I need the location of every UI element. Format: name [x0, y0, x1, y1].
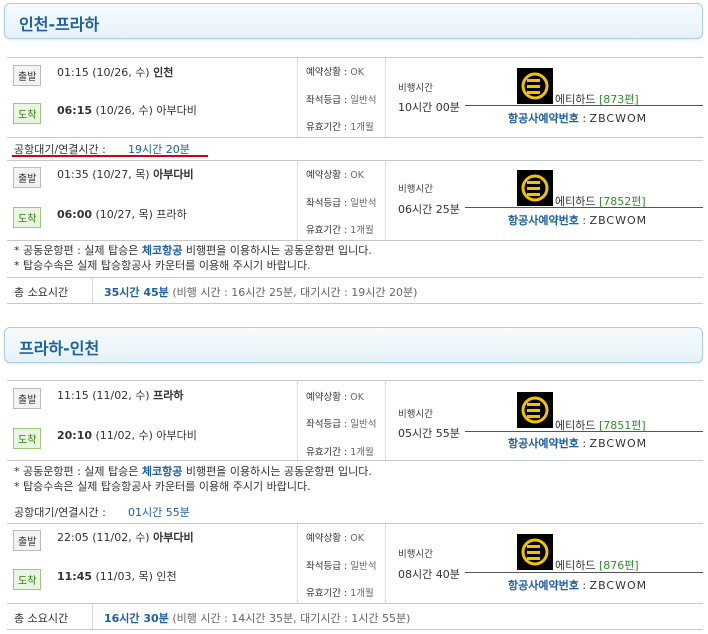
arrival-badge: 도착 [13, 103, 42, 124]
total-divider [92, 604, 93, 629]
departure-info: 01:35 (10/27, 목) 아부다비 [57, 168, 194, 181]
leg-airline: 에티하드 [873편] 항공사예약번호 : ZBCWOM [465, 58, 703, 137]
seat-class: 좌석등급 : 일반석 [306, 198, 377, 209]
departure-info: 11:15 (11/02, 수) 프라하 [57, 389, 184, 402]
arrival-info: 06:15 (10/26, 수) 아부다비 [57, 104, 197, 117]
booking-status: 예약상황 : OK [306, 392, 364, 403]
leg-duration: 비행시간 10시간 00분 [386, 58, 465, 137]
duration-value: 10시간 00분 [398, 101, 460, 114]
booking-status: 예약상황 : OK [306, 170, 364, 181]
section-title-prague-incheon: 프라하-인천 [4, 327, 703, 363]
airline-divider [465, 105, 703, 106]
etihad-logo-icon [517, 170, 553, 206]
departure-info: 22:05 (11/02, 수) 아부다비 [57, 531, 194, 544]
leg-airline: 에티하드 [876편] 항공사예약번호 : ZBCWOM [465, 524, 703, 604]
leg-duration: 비행시간 08시간 40분 [386, 524, 465, 604]
arrival-info: 06:00 (10/27, 목) 프라하 [57, 208, 187, 221]
etihad-logo-icon [517, 534, 553, 570]
leg-booking-info: 예약상황 : OK 좌석등급 : 일반석 유효기간 : 1개월 [298, 161, 386, 240]
section-title-incheon-prague: 인천-프라하 [4, 3, 703, 39]
arrival-badge: 도착 [13, 569, 42, 590]
etihad-logo-icon [517, 392, 553, 428]
leg-schedule: 출발 01:35 (10/27, 목) 아부다비 도착 06:00 (10/27… [7, 161, 298, 240]
duration-label: 비행시간 [398, 409, 433, 420]
validity-period: 유효기간 : 1개월 [306, 225, 374, 236]
airline-reservation-number: 항공사예약번호 : ZBCWOM [508, 214, 648, 227]
codeshare-note: * 공동운항편 : 실제 탑승은 체코항공 비행편을 이용하시는 공동운항편 입… [14, 465, 372, 478]
codeshare-note: * 공동운항편 : 실제 탑승은 체코항공 비행편을 이용하시는 공동운항편 입… [14, 244, 372, 257]
total-duration-row: 총 소요시간 35시간 45분 (비행 시간 : 16시간 25분, 대기시간 … [7, 277, 703, 304]
leg-airline: 에티하드 [7852편] 항공사예약번호 : ZBCWOM [465, 161, 703, 240]
leg-booking-info: 예약상황 : OK 좌석등급 : 일반석 유효기간 : 1개월 [298, 524, 386, 604]
connection-time-underline [12, 155, 208, 157]
airline-divider [465, 431, 703, 432]
validity-period: 유효기간 : 1개월 [306, 122, 374, 133]
leg-duration: 비행시간 06시간 25분 [386, 161, 465, 240]
checkin-note: * 탑승수속은 실제 탑승항공사 카운터를 이용해 주시기 바랍니다. [14, 480, 311, 493]
airline-name: 에티하드 [876편] [555, 559, 639, 572]
validity-period: 유효기간 : 1개월 [306, 588, 374, 599]
seat-class: 좌석등급 : 일반석 [306, 419, 377, 430]
departure-badge: 출발 [13, 388, 42, 409]
airline-reservation-number: 항공사예약번호 : ZBCWOM [508, 579, 648, 592]
total-duration-label: 총 소요시간 [14, 286, 69, 299]
arrival-info: 11:45 (11/03, 목) 인천 [57, 570, 177, 583]
airline-reservation-number: 항공사예약번호 : ZBCWOM [508, 437, 648, 450]
arrival-badge: 도착 [13, 428, 42, 449]
booking-status: 예약상황 : OK [306, 533, 364, 544]
duration-label: 비행시간 [398, 83, 433, 94]
total-divider [92, 278, 93, 303]
duration-label: 비행시간 [398, 549, 433, 560]
leg-booking-info: 예약상황 : OK 좌석등급 : 일반석 유효기간 : 1개월 [298, 58, 386, 137]
leg-schedule: 출발 11:15 (11/02, 수) 프라하 도착 20:10 (11/02,… [7, 381, 298, 460]
airline-divider [465, 572, 703, 573]
flight-leg-2: 출발 22:05 (11/02, 수) 아부다비 도착 11:45 (11/03… [7, 523, 703, 605]
checkin-note: * 탑승수속은 실제 탑승항공사 카운터를 이용해 주시기 바랍니다. [14, 259, 311, 272]
airline-reservation-number: 항공사예약번호 : ZBCWOM [508, 112, 648, 125]
total-duration-value: 35시간 45분 (비행 시간 : 16시간 25분, 대기시간 : 19시간 … [104, 286, 418, 299]
seat-class: 좌석등급 : 일반석 [306, 95, 377, 106]
duration-value: 06시간 25분 [398, 203, 460, 216]
departure-badge: 출발 [13, 530, 42, 551]
flight-leg-2: 출발 01:35 (10/27, 목) 아부다비 도착 06:00 (10/27… [7, 160, 703, 241]
leg-schedule: 출발 22:05 (11/02, 수) 아부다비 도착 11:45 (11/03… [7, 524, 298, 604]
departure-info: 01:15 (10/26, 수) 인천 [57, 66, 174, 79]
arrival-info: 20:10 (11/02, 수) 아부다비 [57, 429, 197, 442]
seat-class: 좌석등급 : 일반석 [306, 561, 377, 572]
total-duration-row: 총 소요시간 16시간 30분 (비행 시간 : 14시간 35분, 대기시간 … [7, 603, 703, 630]
duration-value: 08시간 40분 [398, 568, 460, 581]
total-duration-value: 16시간 30분 (비행 시간 : 14시간 35분, 대기시간 : 1시간 5… [104, 612, 411, 625]
flight-leg-1: 출발 11:15 (11/02, 수) 프라하 도착 20:10 (11/02,… [7, 380, 703, 461]
departure-badge: 출발 [13, 167, 42, 188]
leg-schedule: 출발 01:15 (10/26, 수) 인천 도착 06:15 (10/26, … [7, 58, 298, 137]
leg-booking-info: 예약상황 : OK 좌석등급 : 일반석 유효기간 : 1개월 [298, 381, 386, 460]
duration-value: 05시간 55분 [398, 427, 460, 440]
duration-label: 비행시간 [398, 184, 433, 195]
etihad-logo-icon [517, 68, 553, 104]
total-duration-label: 총 소요시간 [14, 612, 69, 625]
flight-leg-1: 출발 01:15 (10/26, 수) 인천 도착 06:15 (10/26, … [7, 57, 703, 138]
section-title-text: 인천-프라하 [19, 15, 100, 34]
leg-airline: 에티하드 [7851편] 항공사예약번호 : ZBCWOM [465, 381, 703, 460]
departure-badge: 출발 [13, 65, 42, 86]
arrival-badge: 도착 [13, 207, 42, 228]
section-title-text: 프라하-인천 [19, 339, 100, 358]
booking-status: 예약상황 : OK [306, 67, 364, 78]
leg-duration: 비행시간 05시간 55분 [386, 381, 465, 460]
airline-divider [465, 207, 703, 208]
validity-period: 유효기간 : 1개월 [306, 447, 374, 458]
